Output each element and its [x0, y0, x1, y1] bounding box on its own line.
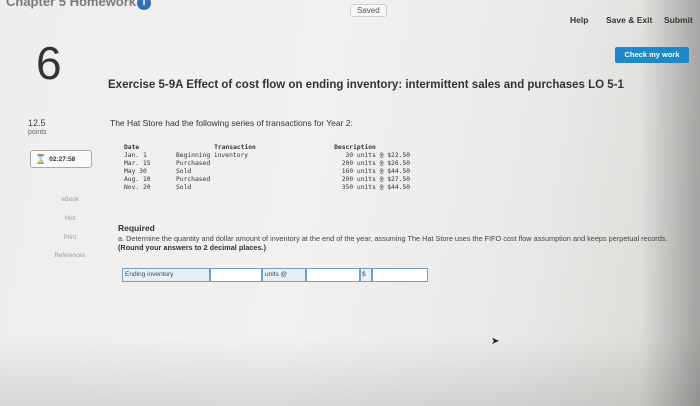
problem-intro: The Hat Store had the following series o…: [110, 118, 353, 128]
rounding-note: (Round your answers to 2 decimal places.…: [118, 243, 267, 252]
table-header-row: Date Transaction Description: [121, 144, 413, 152]
currency-label: $: [360, 268, 372, 282]
top-bar: Chapter 5 Homework i Saved: [0, 0, 700, 17]
header-date: Date: [124, 144, 140, 151]
print-link[interactable]: Print: [40, 235, 100, 241]
row-description: 30 units @ $22.50: [345, 152, 410, 159]
row-transaction: Sold: [176, 168, 192, 175]
table-row: Mar. 15 Purchased 200 units @ $26.50: [121, 160, 413, 168]
table-row: Nov. 20 Sold 350 units @ $44.50: [121, 184, 413, 192]
row-transaction: Beginning inventory: [176, 152, 249, 159]
required-instructions: a. Determine the quantity and dollar amo…: [118, 234, 668, 243]
row-date: Nov. 20: [124, 184, 151, 191]
row-date: Aug. 10: [124, 176, 151, 183]
row-description: 290 units @ $27.50: [341, 176, 410, 183]
row-description: 350 units @ $44.50: [341, 184, 410, 191]
hourglass-icon: ⌛: [35, 153, 47, 164]
row-transaction: Sold: [176, 184, 192, 191]
row-description: 200 units @ $26.50: [341, 160, 410, 167]
save-exit-link[interactable]: Save & Exit: [606, 15, 652, 25]
row-date: May 30: [124, 168, 147, 175]
assignment-title: Chapter 5 Homework: [6, 0, 137, 9]
total-cost-input[interactable]: [372, 268, 428, 282]
row-description: 160 units @ $44.50: [341, 168, 410, 175]
unit-cost-input[interactable]: [306, 268, 360, 282]
submit-link[interactable]: Submit: [664, 15, 693, 25]
points-label: points: [28, 129, 47, 136]
ending-inventory-label: Ending inventory: [122, 268, 210, 282]
question-number: 6: [36, 37, 62, 89]
exercise-title: Exercise 5-9A Effect of cost flow on end…: [108, 79, 624, 91]
hint-link[interactable]: Hint: [40, 216, 100, 222]
screen-shadow-bottom: [0, 336, 700, 406]
quantity-input[interactable]: [210, 268, 262, 282]
header-transaction: Transaction: [214, 144, 256, 151]
transactions-table: Date Transaction Description Jan. 1 Begi…: [121, 144, 413, 192]
row-date: Jan. 1: [124, 152, 147, 159]
row-transaction: Purchased: [176, 160, 211, 167]
units-at-label: units @: [262, 268, 306, 282]
required-text: a. Determine the quantity and dollar amo…: [118, 234, 678, 252]
help-link[interactable]: Help: [570, 15, 588, 25]
table-row: May 30 Sold 160 units @ $44.50: [121, 168, 413, 176]
row-date: Mar. 15: [124, 160, 151, 167]
saved-status: Saved: [350, 4, 387, 17]
references-link[interactable]: References: [40, 253, 100, 259]
timer-value: 02:27:58: [49, 155, 76, 163]
info-icon[interactable]: i: [137, 0, 151, 10]
required-heading: Required: [118, 223, 155, 233]
points-value: 12.5: [28, 118, 46, 128]
answer-row: Ending inventory units @ $: [122, 268, 428, 282]
table-row: Jan. 1 Beginning inventory 30 units @ $2…: [121, 152, 413, 160]
mouse-cursor-icon: ➤: [491, 336, 500, 347]
table-row: Aug. 10 Purchased 290 units @ $27.50: [121, 176, 413, 184]
timer-badge: ⌛ 02:27:58: [30, 150, 92, 168]
header-description: Description: [334, 144, 376, 151]
ebook-link[interactable]: eBook: [40, 197, 100, 203]
check-my-work-button[interactable]: Check my work: [615, 47, 689, 63]
row-transaction: Purchased: [176, 176, 211, 183]
